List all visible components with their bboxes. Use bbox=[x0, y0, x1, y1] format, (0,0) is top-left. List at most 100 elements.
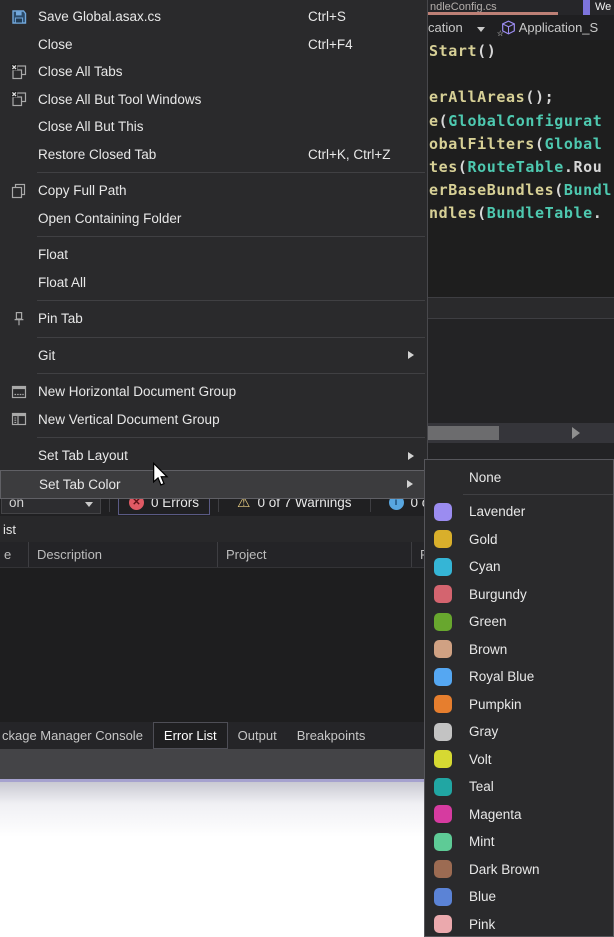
star-badge-icon: ☆ bbox=[497, 29, 504, 38]
menu-item-label: Set Tab Color bbox=[39, 477, 121, 492]
menu-item-label: Save Global.asax.cs bbox=[38, 9, 161, 24]
menu-item-close[interactable]: CloseCtrl+F4 bbox=[0, 31, 427, 59]
color-swatch-icon bbox=[434, 585, 452, 603]
tab-color-option-volt[interactable]: Volt bbox=[425, 746, 613, 774]
breadcrumb-class[interactable]: cation bbox=[428, 20, 463, 35]
active-tab-indicator bbox=[583, 0, 590, 15]
tab-web-partial[interactable]: We bbox=[595, 1, 611, 13]
tab-color-option-royal-blue[interactable]: Royal Blue bbox=[425, 663, 613, 691]
tab-color-option-pink[interactable]: Pink bbox=[425, 911, 613, 937]
column-header-project[interactable]: Project bbox=[218, 542, 412, 567]
tab-color-option-brown[interactable]: Brown bbox=[425, 636, 613, 664]
tab-output[interactable]: Output bbox=[228, 722, 287, 749]
tab-color-option-teal[interactable]: Teal bbox=[425, 773, 613, 801]
menu-item-copy-full-path[interactable]: Copy Full Path bbox=[0, 177, 427, 205]
scrollbar-thumb[interactable] bbox=[427, 426, 499, 440]
menu-separator bbox=[37, 172, 425, 173]
menu-separator bbox=[37, 236, 425, 237]
color-swatch-icon bbox=[434, 750, 452, 768]
document-tab-strip: ndleConfig.cs We bbox=[425, 0, 614, 15]
menu-item-close-all-tabs[interactable]: Close All Tabs bbox=[0, 58, 427, 86]
menu-item-shortcut: Ctrl+K, Ctrl+Z bbox=[308, 147, 391, 162]
code-editor: ndleConfig.cs We cation ☆ Application_S … bbox=[425, 0, 614, 459]
menu-item-new-vertical-document-group[interactable]: New Vertical Document Group bbox=[0, 406, 427, 434]
menu-separator bbox=[37, 300, 425, 301]
color-option-label: Mint bbox=[469, 834, 495, 849]
color-option-label: Gray bbox=[469, 724, 498, 739]
color-option-label: Lavender bbox=[469, 504, 525, 519]
save-icon bbox=[0, 9, 38, 25]
menu-item-label: Copy Full Path bbox=[38, 183, 127, 198]
menu-item-label: New Horizontal Document Group bbox=[38, 384, 236, 399]
menu-item-close-all-but-tool-windows[interactable]: Close All But Tool Windows bbox=[0, 86, 427, 114]
menu-item-open-containing-folder[interactable]: Open Containing Folder bbox=[0, 205, 427, 233]
menu-item-label: Close All Tabs bbox=[38, 64, 123, 79]
menu-item-save-global-asax-cs[interactable]: Save Global.asax.csCtrl+S bbox=[0, 3, 427, 31]
scrollbar-right-arrow-icon[interactable] bbox=[572, 427, 580, 439]
color-swatch-icon bbox=[434, 778, 452, 796]
color-swatch-icon bbox=[434, 640, 452, 658]
code-line: Start() bbox=[429, 40, 612, 63]
tab-breakpoints[interactable]: Breakpoints bbox=[287, 722, 376, 749]
menu-item-pin-tab[interactable]: Pin Tab bbox=[0, 305, 427, 333]
tab-color-option-magenta[interactable]: Magenta bbox=[425, 801, 613, 829]
color-option-label: Brown bbox=[469, 642, 507, 657]
menu-item-label: Git bbox=[38, 348, 55, 363]
tab-color-option-cyan[interactable]: Cyan bbox=[425, 553, 613, 581]
color-option-label: Gold bbox=[469, 532, 498, 547]
set-tab-color-submenu: None Lavender Gold Cyan BurgundyGreen Brown R… bbox=[424, 459, 614, 937]
color-option-label: Pink bbox=[469, 917, 495, 932]
menu-item-set-tab-layout[interactable]: Set Tab Layout bbox=[0, 442, 427, 470]
column-header-code[interactable]: e bbox=[0, 542, 29, 567]
menu-item-new-horizontal-document-group[interactable]: New Horizontal Document Group bbox=[0, 378, 427, 406]
code-line: erAllAreas(); bbox=[429, 86, 612, 109]
tab-color-option-gray[interactable]: Gray bbox=[425, 718, 613, 746]
menu-item-close-all-but-this[interactable]: Close All But This bbox=[0, 113, 427, 141]
color-swatch-icon bbox=[434, 613, 452, 631]
tab-color-option-gold[interactable]: Gold bbox=[425, 526, 613, 554]
menu-item-float-all[interactable]: Float All bbox=[0, 269, 427, 297]
tab-color-option-green[interactable]: Green bbox=[425, 608, 613, 636]
horizontal-scrollbar[interactable] bbox=[425, 423, 614, 443]
tab-color-list: Lavender Gold Cyan BurgundyGreen Brown Royal … bbox=[425, 498, 613, 937]
code-line: tes(RouteTable.Rou bbox=[429, 156, 612, 179]
breadcrumb-method[interactable]: Application_S bbox=[519, 20, 599, 35]
code-lines[interactable]: Start()erAllAreas();e(GlobalConfiguratob… bbox=[429, 40, 612, 226]
color-option-label: Dark Brown bbox=[469, 862, 540, 877]
menu-separator bbox=[37, 337, 425, 338]
tab-color-option-blue[interactable]: Blue bbox=[425, 883, 613, 911]
tab-package-manager-console[interactable]: ckage Manager Console bbox=[0, 722, 153, 749]
menu-item-set-tab-color[interactable]: Set Tab Color bbox=[0, 470, 427, 499]
menu-item-label: Close bbox=[38, 37, 73, 52]
tab-color-option-pumpkin[interactable]: Pumpkin bbox=[425, 691, 613, 719]
tab-error-list[interactable]: Error List bbox=[153, 722, 228, 749]
color-option-label: Cyan bbox=[469, 559, 501, 574]
menu-item-float[interactable]: Float bbox=[0, 241, 427, 269]
tab-color-option-dark-brown[interactable]: Dark Brown bbox=[425, 856, 613, 884]
tab-color-option-mint[interactable]: Mint bbox=[425, 828, 613, 856]
color-swatch-icon bbox=[434, 833, 452, 851]
submenu-arrow-icon bbox=[407, 480, 413, 488]
code-line: obalFilters(Global bbox=[429, 133, 612, 156]
color-option-label: Blue bbox=[469, 889, 496, 904]
menu-item-label: Close All But This bbox=[38, 119, 144, 134]
menu-item-git[interactable]: Git bbox=[0, 342, 427, 370]
column-header-description[interactable]: Description bbox=[29, 542, 218, 567]
color-swatch-icon bbox=[434, 695, 452, 713]
tab-color-option-none[interactable]: None bbox=[425, 462, 613, 492]
close-all-icon bbox=[0, 64, 38, 80]
submenu-arrow-icon bbox=[408, 351, 414, 359]
menu-separator bbox=[463, 494, 613, 495]
menu-item-restore-closed-tab[interactable]: Restore Closed TabCtrl+K, Ctrl+Z bbox=[0, 141, 427, 169]
tab-color-option-burgundy[interactable]: Burgundy bbox=[425, 581, 613, 609]
mouse-cursor bbox=[152, 462, 169, 488]
submenu-arrow-icon bbox=[408, 452, 414, 460]
editor-navigation-bar: cation ☆ Application_S bbox=[425, 15, 614, 40]
color-swatch-icon bbox=[434, 668, 452, 686]
tab-color-option-lavender[interactable]: Lavender bbox=[425, 498, 613, 526]
chevron-down-icon[interactable] bbox=[477, 27, 485, 32]
copy-icon bbox=[0, 183, 38, 199]
color-swatch-icon bbox=[434, 530, 452, 548]
panel-splitter[interactable] bbox=[425, 298, 614, 318]
code-line: erBaseBundles(Bundl bbox=[429, 179, 612, 202]
